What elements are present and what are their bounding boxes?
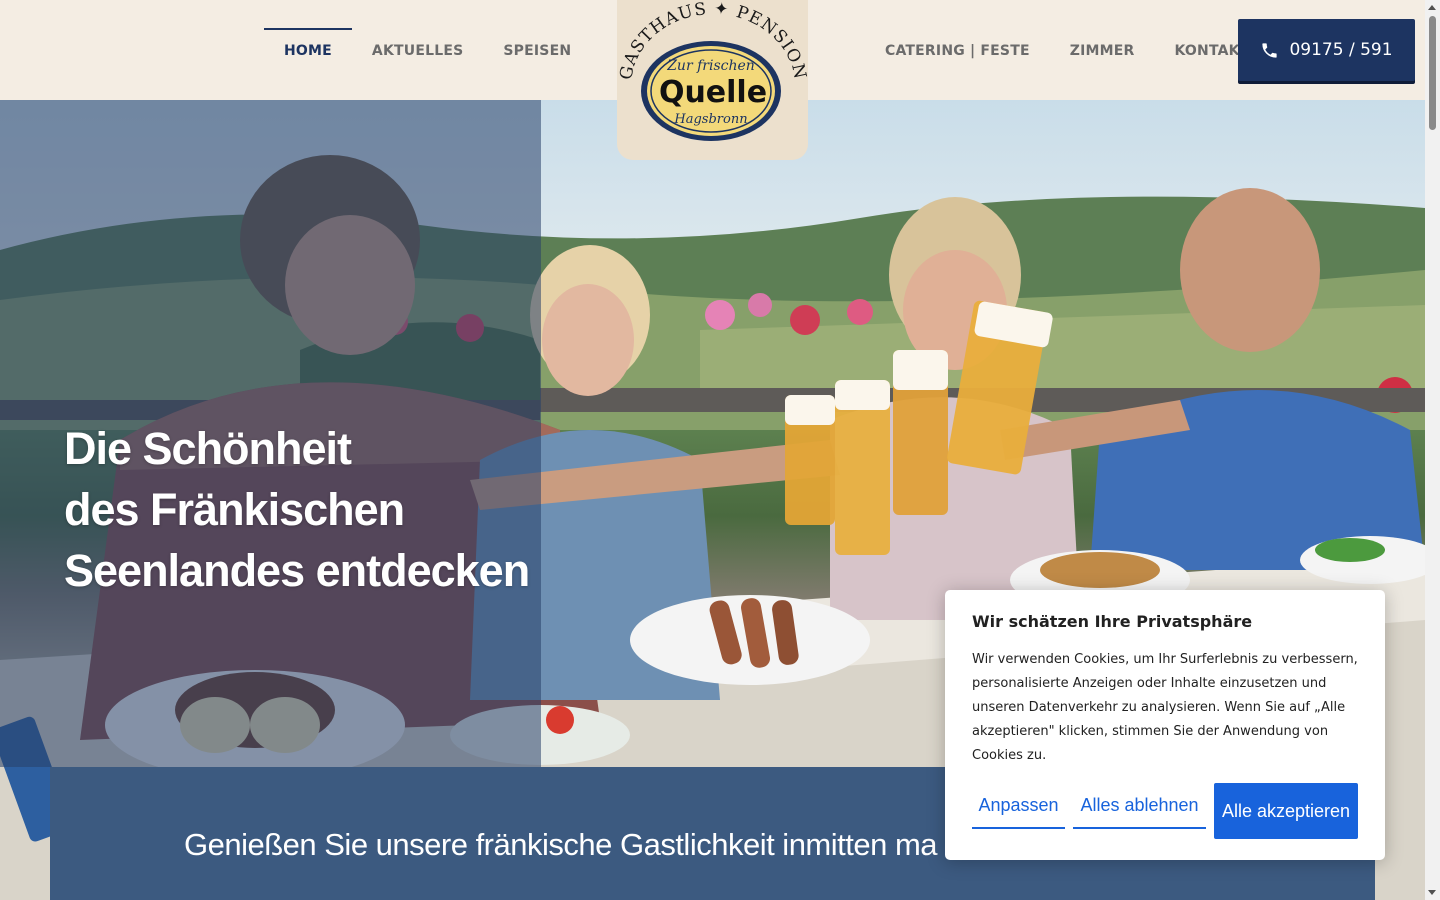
hero-title-line-1: Die Schönheit [64, 423, 352, 474]
main-nav-right: CATERING | FESTE ZIMMER KONTAKT [865, 28, 1269, 74]
scroll-up-arrow-icon[interactable] [1428, 5, 1436, 10]
logo-line3: Hagsbronn [673, 112, 747, 127]
nav-item-speisen[interactable]: SPEISEN [483, 28, 591, 74]
scroll-down-arrow-icon[interactable] [1428, 890, 1436, 895]
page-scrollbar[interactable] [1425, 0, 1440, 900]
cookie-reject-button[interactable]: Alles ablehnen [1073, 783, 1206, 829]
cookie-customize-button[interactable]: Anpassen [972, 783, 1065, 829]
logo-line1: Zur frischen [666, 58, 755, 74]
cookie-title: Wir schätzen Ihre Privatsphäre [972, 612, 1253, 631]
phone-button[interactable]: 09175 / 591 [1238, 19, 1415, 81]
hero-title: Die Schönheit des Fränkischen Seenlandes… [64, 418, 530, 601]
intro-text: Genießen Sie unsere fränkische Gastlichk… [184, 827, 938, 862]
nav-item-zimmer[interactable]: ZIMMER [1050, 28, 1155, 74]
cookie-consent-dialog: Wir schätzen Ihre Privatsphäre Wir verwe… [945, 590, 1385, 860]
site-logo[interactable]: GASTHAUS ✦ PENSION Zur frischen Quelle H… [617, 0, 808, 160]
phone-icon [1262, 42, 1278, 58]
phone-number: 09175 / 591 [1289, 40, 1393, 60]
logo-line2: Quelle [659, 75, 767, 110]
hero-title-line-3: Seenlandes entdecken [64, 545, 530, 596]
cookie-accept-button[interactable]: Alle akzeptieren [1214, 783, 1358, 839]
scrollbar-thumb[interactable] [1429, 16, 1436, 130]
nav-item-home[interactable]: HOME [264, 28, 352, 74]
cookie-body: Wir verwenden Cookies, um Ihr Surferlebn… [972, 652, 1358, 763]
nav-item-aktuelles[interactable]: AKTUELLES [352, 28, 483, 74]
quelle-logo-icon: GASTHAUS ✦ PENSION Zur frischen Quelle H… [617, 0, 808, 141]
nav-item-catering-feste[interactable]: CATERING | FESTE [865, 28, 1050, 74]
main-nav-left: HOME AKTUELLES SPEISEN [264, 28, 591, 74]
hero-title-line-2: des Fränkischen [64, 484, 405, 535]
